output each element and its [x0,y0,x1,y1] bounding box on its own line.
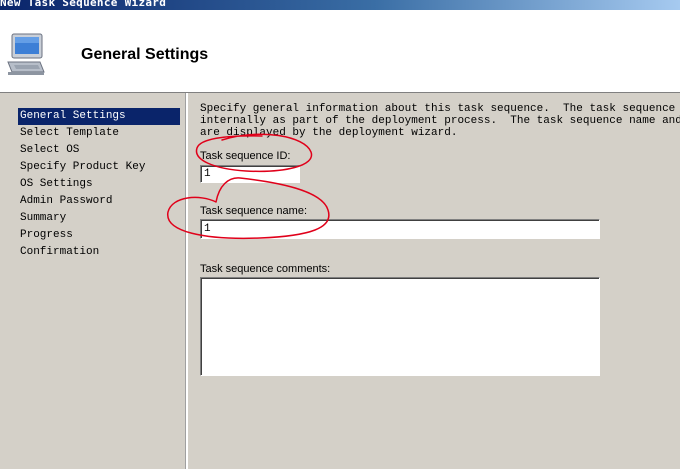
wizard-steps-list: General Settings Select Template Select … [18,108,180,261]
page-title: General Settings [81,46,209,63]
computer-icon [7,33,45,75]
step-admin-password[interactable]: Admin Password [18,193,180,210]
task-sequence-name-input[interactable] [200,219,600,239]
step-os-settings[interactable]: OS Settings [18,176,180,193]
task-sequence-id-label: Task sequence ID: [200,150,291,162]
step-select-template[interactable]: Select Template [18,125,180,142]
task-sequence-id-input[interactable] [200,165,300,183]
task-sequence-comments-label: Task sequence comments: [200,263,331,275]
step-select-os[interactable]: Select OS [18,142,180,159]
step-progress[interactable]: Progress [18,227,180,244]
wizard-header: General Settings [0,10,680,93]
wizard-steps-panel: General Settings Select Template Select … [0,93,185,469]
settings-form: Specify general information about this t… [188,93,680,469]
step-summary[interactable]: Summary [18,210,180,227]
step-confirmation[interactable]: Confirmation [18,244,180,261]
task-sequence-name-label: Task sequence name: [200,205,308,217]
step-specify-product-key[interactable]: Specify Product Key [18,159,180,176]
window-title: New Task Sequence Wizard [0,0,167,9]
description-text: Specify general information about this t… [200,103,680,139]
step-general-settings[interactable]: General Settings [18,108,180,125]
task-sequence-comments-input[interactable] [200,277,600,376]
title-bar: New Task Sequence Wizard [0,0,680,10]
